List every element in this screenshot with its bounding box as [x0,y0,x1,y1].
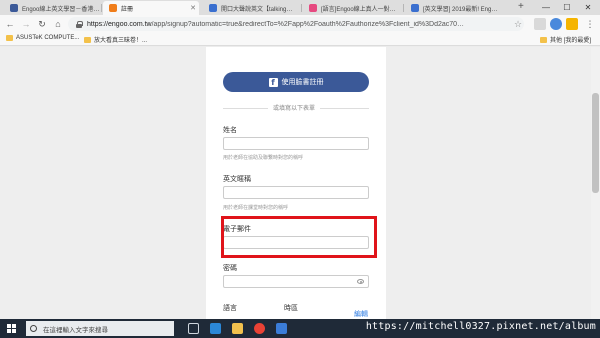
new-tab-button[interactable]: + [518,1,524,13]
close-tab-icon[interactable]: ✕ [190,4,196,12]
name-field[interactable] [223,137,369,150]
or-divider: 或填寫以下表單 [223,104,369,114]
forward-button[interactable]: → [20,18,32,30]
tab-talking-english[interactable]: 開口大聲說英文【talking… [203,1,299,15]
tab-label: 註冊 [121,6,134,13]
engoo-favicon-icon [109,4,117,12]
or-divider-text: 或填寫以下表單 [268,104,321,114]
taskbar: 在這裡輸入文字來搜尋 https://mitchell0327.pixnet.n… [0,319,600,338]
url-text[interactable]: https://engoo.com.tw/app/signup?automati… [87,21,519,28]
back-button[interactable]: ← [4,18,16,30]
tab-label: Engoo線上英文學習－香港… [22,6,100,13]
maximize-button[interactable]: ☐ [557,0,577,15]
minimize-button[interactable]: — [536,0,556,15]
english-nickname-field[interactable] [223,186,369,199]
task-view-icon[interactable] [188,323,199,334]
other-bookmarks[interactable]: 其他 [我的最愛] [540,35,591,44]
bookmark-star-icon[interactable]: ☆ [514,18,522,30]
tab-divider [101,4,102,12]
close-window-button[interactable]: ✕ [578,0,598,15]
tab-english-study[interactable]: [英文學習] 2019最新! Eng… [405,1,515,15]
folder-icon [84,36,91,43]
timezone-label: 時區 [284,305,298,312]
reload-button[interactable]: ↻ [36,18,48,30]
english-nickname-label: 英文暱稱 [223,176,251,183]
bookmark-zoom[interactable]: 放大看真三昧卷！... [84,35,147,44]
address-bar-row: ← → ↻ ⌂ https://engoo.com.tw/app/signup?… [0,15,600,33]
name-label: 姓名 [223,127,237,134]
profile-avatar[interactable] [550,18,562,30]
tab-language-review[interactable]: [語言]Engoo線上真人一對… [303,1,401,15]
scrollbar[interactable] [591,47,600,319]
facebook-signup-button[interactable]: f 使用臉書註冊 [223,72,369,92]
tab-signup[interactable]: 註冊 ✕ [103,1,199,15]
edit-link[interactable]: 編輯 [354,309,368,319]
word-icon[interactable] [276,323,287,334]
tab-engoo-hk[interactable]: Engoo線上英文學習－香港… [4,1,100,15]
tab-label: [語言]Engoo線上真人一對… [321,6,396,13]
blog-favicon-icon [309,4,317,12]
facebook-icon: f [268,77,278,87]
tab-label: [英文學習] 2019最新! Eng… [423,6,498,13]
search-placeholder: 在這裡輸入文字來搜尋 [43,326,108,334]
home-button[interactable]: ⌂ [52,18,64,30]
page-viewport: f 使用臉書註冊 或填寫以下表單 姓名 用於老師在協助及聯繫時對您的稱呼 英文暱… [0,47,591,319]
watermark-url: https://mitchell0327.pixnet.net/album [365,321,596,332]
blog-favicon-icon [209,4,217,12]
taskbar-search[interactable]: 在這裡輸入文字來搜尋 [26,321,174,336]
tab-divider [403,4,404,12]
password-field[interactable] [223,275,369,288]
email-highlight-box [221,216,377,258]
windows-start-icon[interactable] [7,324,16,333]
extension-icon[interactable] [566,18,578,30]
blog-favicon-icon [411,4,419,12]
language-label: 語言 [223,305,237,312]
extension-icon[interactable] [534,18,546,30]
tab-strip: Engoo線上英文學習－香港… 註冊 ✕ 開口大聲說英文【talking… [語… [0,0,600,15]
tab-divider [301,4,302,12]
search-icon [30,325,37,332]
bookmark-asus[interactable]: ASUSTeK COMPUTE... [6,35,79,41]
password-label: 密碼 [223,265,237,272]
engoo-favicon-icon [10,4,18,12]
bookmarks-bar: ASUSTeK COMPUTE... 放大看真三昧卷！... 其他 [我的最愛] [0,33,600,46]
folder-icon [540,36,547,43]
file-explorer-icon[interactable] [232,323,243,334]
english-nickname-hint: 用於老師在課堂時對您的稱呼 [223,205,289,211]
show-password-icon[interactable] [357,279,364,284]
edge-icon[interactable] [210,323,221,334]
menu-icon[interactable]: ⋮ [584,18,596,30]
address-bar[interactable]: https://engoo.com.tw/app/signup?automati… [68,17,524,31]
chrome-icon[interactable] [254,323,265,334]
signup-card: f 使用臉書註冊 或填寫以下表單 姓名 用於老師在協助及聯繫時對您的稱呼 英文暱… [206,47,386,319]
name-hint: 用於老師在協助及聯繫時對您的稱呼 [223,155,304,161]
folder-icon [6,35,13,41]
scrollbar-thumb[interactable] [592,93,599,193]
lock-icon [76,20,83,28]
tab-label: 開口大聲說英文【talking… [221,6,293,13]
